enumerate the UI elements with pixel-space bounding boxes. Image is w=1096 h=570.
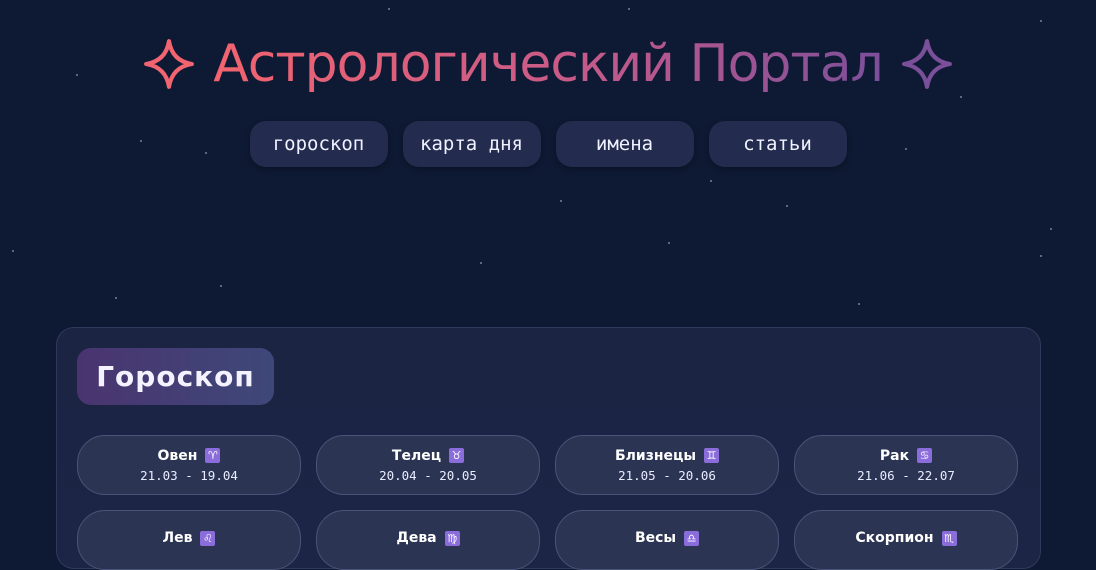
zodiac-card-taurus[interactable]: Телец ♉ 20.04 - 20.05: [316, 435, 540, 495]
section-title: Гороскоп: [77, 348, 274, 405]
cancer-icon: ♋: [917, 448, 933, 463]
libra-icon: ♎: [684, 530, 700, 546]
zodiac-card-gemini[interactable]: Близнецы ♊ 21.05 - 20.06: [555, 435, 779, 495]
scorpio-icon: ♏: [941, 530, 957, 546]
sign-name: Рак: [879, 447, 910, 464]
main-nav: гороскоп карта дня имена статьи: [0, 121, 1096, 167]
sign-dates: 21.06 - 22.07: [857, 467, 955, 483]
aries-icon: ♈: [205, 448, 221, 463]
site-header: Астрологический Портал гороскоп карта дн…: [0, 0, 1096, 200]
sign-dates: 20.04 - 20.05: [379, 467, 477, 483]
zodiac-card-virgo[interactable]: Дева ♍: [316, 510, 540, 570]
sign-name: Весы: [634, 530, 677, 546]
sparkle-icon: [901, 39, 952, 89]
zodiac-card-cancer[interactable]: Рак ♋ 21.06 - 22.07: [794, 435, 1018, 495]
nav-horoscope-button[interactable]: гороскоп: [249, 121, 388, 167]
sign-name: Близнецы: [614, 447, 697, 464]
zodiac-card-leo[interactable]: Лев ♌: [77, 510, 301, 570]
zodiac-grid: Овен ♈ 21.03 - 19.04 Телец ♉ 20.04 - 20.05…: [77, 435, 1018, 570]
sign-dates: 21.03 - 19.04: [140, 467, 238, 483]
sign-name: Овен: [157, 447, 198, 464]
gemini-icon: ♊: [704, 448, 720, 463]
zodiac-card-aries[interactable]: Овен ♈ 21.03 - 19.04: [77, 435, 301, 495]
leo-icon: ♌: [200, 530, 216, 546]
horoscope-panel: Гороскоп Овен ♈ 21.03 - 19.04 Телец ♉ 20.0…: [56, 327, 1041, 570]
nav-names-button[interactable]: имена: [555, 121, 694, 167]
zodiac-card-scorpio[interactable]: Скорпион ♏: [794, 510, 1018, 570]
virgo-icon: ♍: [444, 530, 460, 546]
sign-name: Телец: [391, 447, 442, 464]
sign-name: Лев: [162, 530, 193, 546]
site-title[interactable]: Астрологический Портал: [213, 24, 884, 104]
nav-articles-button[interactable]: статьи: [708, 121, 847, 167]
nav-day-card-button[interactable]: карта дня: [402, 121, 541, 167]
sign-name: Дева: [396, 530, 437, 546]
sparkle-icon: [144, 39, 195, 89]
sign-name: Скорпион: [855, 530, 934, 546]
taurus-icon: ♉: [449, 448, 465, 463]
sign-dates: 21.05 - 20.06: [618, 467, 716, 483]
zodiac-card-libra[interactable]: Весы ♎: [555, 510, 779, 570]
title-row: Астрологический Портал: [0, 24, 1096, 104]
